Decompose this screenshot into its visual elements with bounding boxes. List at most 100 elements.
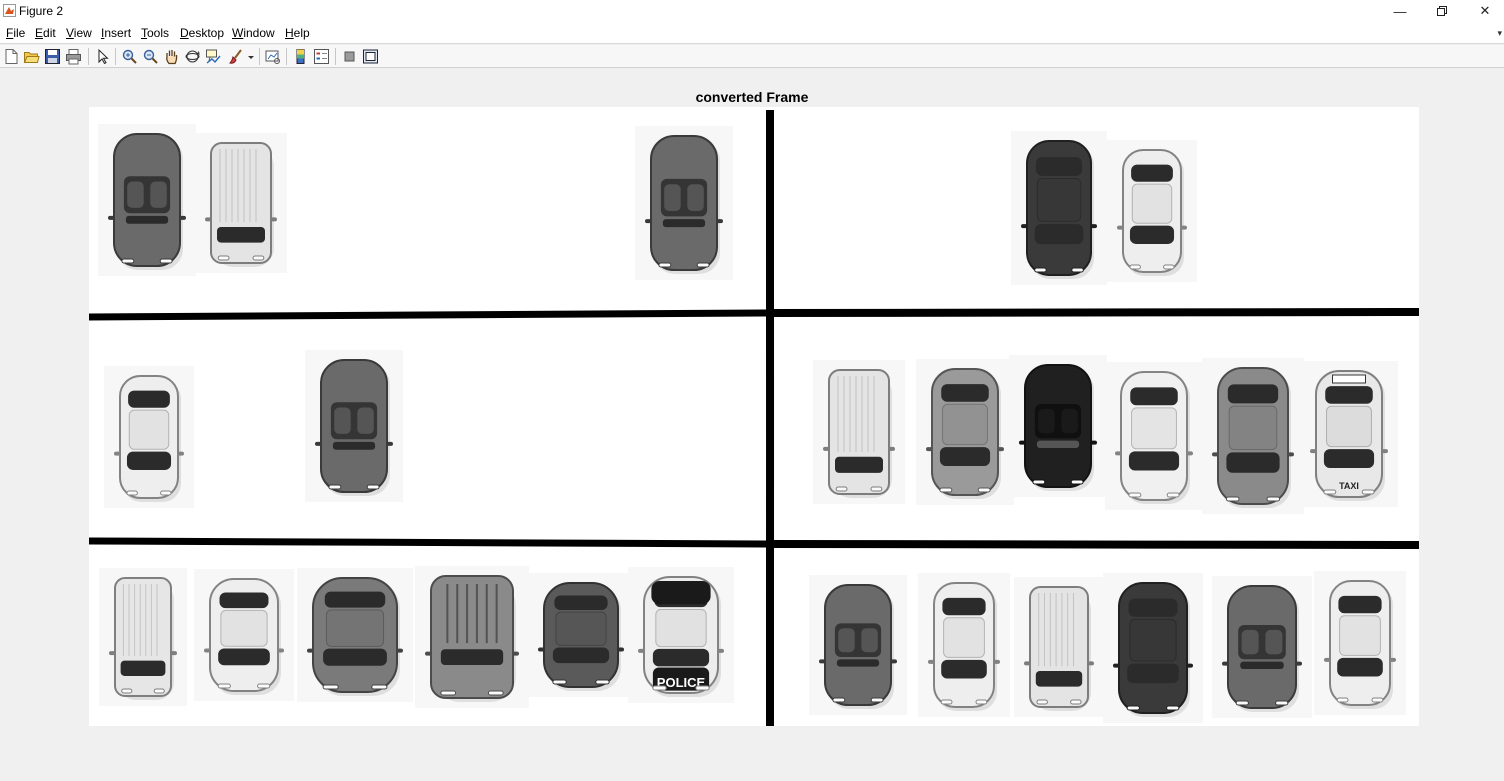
car-windshield [1240,661,1284,669]
menu-file[interactable]: File [6,26,25,40]
car-headlight [1036,699,1048,705]
car-rear-window [1128,598,1178,617]
menu-window[interactable]: Window [232,26,275,40]
car-headlight [1166,705,1180,711]
menu-view[interactable]: View [66,26,92,40]
menu-tools-label: ools [147,26,170,40]
car-convertible [819,584,897,709]
car-seat [1265,629,1283,655]
menu-edit[interactable]: Edit [35,26,56,40]
menu-help[interactable]: Help [285,26,310,40]
car-windshield [836,659,880,667]
menu-tools[interactable]: Tools [141,26,169,40]
car-sedan [1113,582,1193,717]
car-headlight [1266,496,1281,502]
zoom-out-icon[interactable] [142,48,159,65]
car-headlight [652,685,667,691]
car-windshield [941,659,987,679]
car-seat [861,628,878,653]
car-rear-window [1130,387,1178,406]
brush-icon[interactable] [228,48,245,65]
car-headlight [1032,479,1046,485]
figure-toolbar [0,45,1504,68]
car-headlight [1361,489,1375,495]
car-windshield [125,215,169,224]
car-van [109,577,177,700]
legend-icon[interactable] [313,48,330,65]
pan-hand-icon[interactable] [163,48,180,65]
car-windshield [126,451,172,470]
menu-file-label: ile [13,26,26,40]
car-sedan [204,578,284,695]
parking-lot-image: TAXI POLICE [88,107,1420,727]
toolbar-separator [259,48,260,65]
car-roof [555,611,607,646]
car-headlight [371,684,388,690]
car-headlight [257,683,271,689]
car-seat [127,181,144,208]
restore-button[interactable] [1420,0,1464,22]
menu-help-mnemonic: H [285,26,294,40]
link-plot-icon[interactable] [264,48,281,65]
car-van [205,142,277,267]
car-convertible [1222,585,1302,712]
menu-insert[interactable]: Insert [101,26,131,40]
menu-desktop[interactable]: Desktop [180,26,224,40]
horizontal-divider-bottom-left [88,537,771,548]
car-seat [334,407,351,434]
car-convertible [315,359,393,496]
car-rear-window [942,597,986,616]
menu-edit-label: dit [43,26,56,40]
data-cursor-icon[interactable] [205,48,222,65]
hide-plot-tools-icon[interactable] [341,48,358,65]
new-figure-icon[interactable] [3,48,20,65]
car-windshield [440,649,504,666]
car-windshield [218,648,270,666]
edit-plot-arrow-icon[interactable] [94,48,111,65]
car-roof [1129,618,1177,662]
car-headlight [977,487,991,493]
car-roof [942,403,988,446]
brush-dropdown-icon[interactable] [246,48,256,65]
car-windshield [662,219,706,228]
car-headlight [940,699,953,705]
car-seat [687,184,704,212]
colorbar-icon[interactable] [292,48,309,65]
toolbar-separator [88,48,89,65]
car-headlight [658,262,672,268]
show-plot-tools-icon[interactable] [362,48,379,65]
close-button[interactable]: ✕ [1463,0,1504,22]
menu-overflow-icon[interactable]: ▾ [1497,28,1502,39]
car-police: POLICE [638,576,724,697]
horizontal-divider-top-left [88,309,771,321]
car-seat [664,184,681,212]
car-sedan [926,368,1004,499]
car-headlight [1128,492,1142,498]
minimize-button[interactable]: — [1378,0,1422,22]
rotate-3d-icon[interactable] [184,48,201,65]
car-headlight [939,487,953,493]
car-headlight [217,683,231,689]
car-rear-window [219,592,269,609]
car-headlight [1323,489,1337,495]
car-rear-window [1035,157,1083,176]
car-sedan [1212,367,1294,508]
menu-help-label: elp [293,26,310,40]
car-headlight [1275,700,1289,706]
car-roof [655,608,707,648]
car-roof [1326,405,1372,448]
matlab-logo-icon [3,4,16,17]
print-icon[interactable] [65,48,82,65]
save-icon[interactable] [44,48,61,65]
car-windshield [1127,663,1179,684]
car-roof [1036,178,1082,222]
car-windshield [552,647,610,664]
open-file-icon[interactable] [23,48,40,65]
car-windshield [1128,451,1180,471]
image-axes[interactable]: TAXI POLICE [88,107,1420,727]
car-headlight [552,679,567,685]
zoom-in-icon[interactable] [121,48,138,65]
car-roof [1228,405,1278,451]
menu-desktop-mnemonic: D [180,26,189,40]
car-windshield [120,660,166,676]
